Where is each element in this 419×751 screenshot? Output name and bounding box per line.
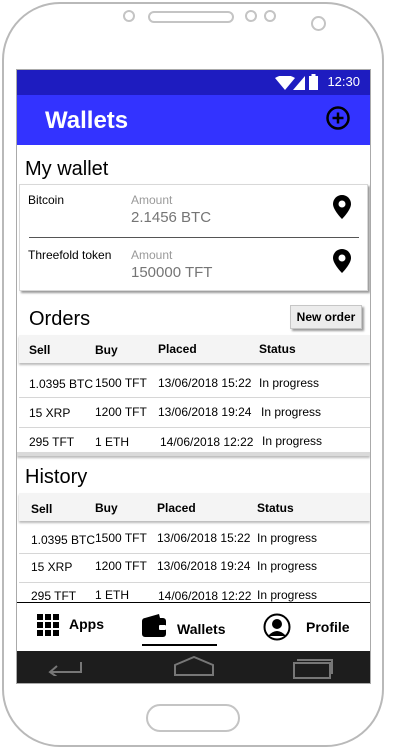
table-row[interactable]: 295 TFT 1 ETH 14/06/2018 12:22 In progre… [19,429,370,453]
amount-input[interactable] [131,209,311,226]
amount-label: Amount [131,248,173,262]
system-nav-bar [17,651,370,683]
cell-buy: 1500 TFT [95,376,147,390]
nav-item-wallets[interactable]: Wallets [141,611,231,647]
wallet-item-bitcoin[interactable]: Bitcoin Amount [20,185,367,237]
table-row[interactable]: 1.0395 BTC 1500 TFT 13/06/2018 15:22 In … [19,527,370,551]
cell-status: In progress [257,559,318,573]
col-status: Status [259,342,296,356]
home-icon[interactable] [174,656,214,676]
cell-status: In progress [259,376,320,390]
bottom-nav: Apps Wallets Profile [17,602,370,651]
my-wallet-title: My wallet [25,158,109,180]
table-header: Sell Buy Placed Status [19,335,370,363]
cell-buy: 1 ETH [95,588,130,602]
speaker-grille [148,11,234,23]
status-time: 12:30 [327,74,360,89]
wallet-item-threefold[interactable]: Threefold token Amount [20,239,367,291]
section-divider [17,452,370,456]
amount-input[interactable] [131,264,311,281]
cell-status: In progress [257,588,318,602]
cell-placed: 13/06/2018 19:24 [157,559,251,573]
nav-item-profile[interactable]: Profile [262,611,362,643]
new-order-button[interactable]: New order [290,305,362,329]
col-placed: Placed [157,501,196,515]
profile-icon [263,613,291,641]
battery-icon [309,74,318,90]
cell-status: In progress [257,531,318,545]
sensor-dot [264,10,276,22]
col-placed: Placed [158,342,197,356]
cell-placed: 13/06/2018 15:22 [157,531,251,545]
divider [29,237,359,238]
cell-status: In progress [261,405,322,419]
cell-sell: 15 XRP [29,406,71,420]
wallet-icon [142,614,166,637]
active-indicator [142,644,217,646]
cell-buy: 1500 TFT [95,531,147,545]
signal-icon [293,76,305,90]
sensor-dot [123,10,135,22]
row-divider [19,553,370,554]
cell-sell: 15 XRP [31,560,73,574]
screen: 12:30 Wallets My wallet Bitcoin Amount T… [16,69,371,684]
row-divider [19,397,370,398]
orders-table: Sell Buy Placed Status 1.0395 BTC 1500 T… [19,335,370,452]
col-buy: Buy [95,501,118,515]
table-row[interactable]: 1.0395 BTC 1500 TFT 13/06/2018 15:22 In … [19,370,370,398]
cell-sell: 1.0395 BTC [31,533,96,547]
wifi-icon [275,76,295,90]
row-divider [19,582,370,583]
sensor-dot [245,10,257,22]
orders-title: Orders [29,308,91,330]
row-divider [19,427,370,428]
col-sell: Sell [31,502,53,516]
cell-buy: 1200 TFT [95,559,147,573]
table-row[interactable]: 15 XRP 1200 TFT 13/06/2018 19:24 In prog… [19,399,370,427]
col-status: Status [257,501,294,515]
cell-placed: 14/06/2018 12:22 [160,435,254,449]
wallet-name: Threefold token [28,248,112,262]
amount-label: Amount [131,193,173,207]
location-pin-icon[interactable] [333,195,351,219]
cell-status: In progress [262,434,323,448]
nav-label-wallets: Wallets [177,621,226,637]
hardware-home-button[interactable] [146,704,240,732]
add-circle-icon[interactable] [325,105,351,131]
history-table: Sell Buy Placed Status 1.0395 BTC 1500 T… [19,493,370,603]
table-row[interactable]: 295 TFT 1 ETH 14/06/2018 12:22 In progre… [19,584,370,603]
page-title: Wallets [45,107,129,134]
table-row[interactable]: 15 XRP 1200 TFT 13/06/2018 19:24 In prog… [19,555,370,579]
nav-item-apps[interactable]: Apps [35,612,115,640]
location-pin-icon[interactable] [333,249,351,273]
cell-buy: 1200 TFT [95,405,147,419]
recents-icon[interactable] [293,657,333,679]
wallet-name: Bitcoin [28,193,65,207]
back-icon[interactable] [47,658,83,676]
cell-sell: 1.0395 BTC [29,377,94,391]
cell-sell: 295 TFT [29,435,75,449]
nav-label-apps: Apps [69,616,104,632]
status-bar: 12:30 [17,70,370,95]
app-bar: Wallets [17,95,370,145]
apps-grid-icon [37,614,59,636]
cell-placed: 14/06/2018 12:22 [158,589,252,603]
cell-placed: 13/06/2018 19:24 [158,405,252,419]
cell-sell: 295 TFT [31,589,77,603]
wallet-card: Bitcoin Amount Threefold token Amount [19,184,368,291]
history-title: History [25,466,88,488]
nav-label-profile: Profile [306,619,350,635]
table-header: Sell Buy Placed Status [19,493,370,521]
col-sell: Sell [29,343,51,357]
cell-buy: 1 ETH [95,435,130,449]
cell-placed: 13/06/2018 15:22 [158,376,252,390]
col-buy: Buy [95,343,118,357]
front-camera [311,16,326,31]
